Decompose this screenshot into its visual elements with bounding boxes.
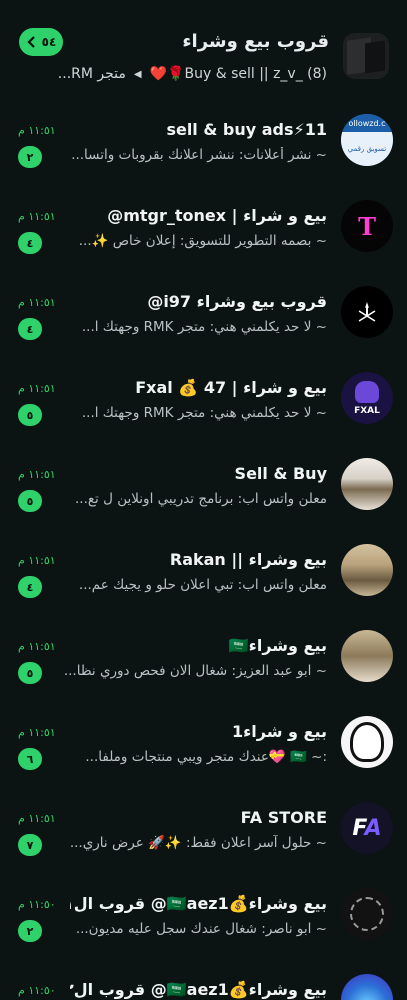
chat-row[interactable]: Sell & Buy معلن واتس اب: برنامج تدريبي ا… bbox=[0, 444, 407, 530]
chat-preview: ~ نشر أعلانات: ننشر اعلانك بقروبات واتسا… bbox=[71, 147, 327, 163]
followzd-logo-icon: ollowzd.c تسويق رقمي bbox=[341, 114, 393, 166]
breadcrumb-current[interactable]: Buy & sell || z_v_ (8)🌹❤️ bbox=[150, 66, 327, 82]
chat-preview: معلن واتس اب: برنامج تدريبي اونلاين ل تع… bbox=[75, 491, 327, 507]
chat-name: بيع وشراء💰🇸🇦aez1@ قروب ال١ bbox=[70, 894, 327, 913]
person-photo-icon bbox=[341, 544, 393, 596]
chat-preview: ~ ابو عبد العزيز: شغال الان فحص دوري نظا… bbox=[63, 663, 327, 679]
breadcrumb: متجر RM... ◀ Buy & sell || z_v_ (8)🌹❤️ bbox=[28, 64, 327, 84]
chat-name: بيع وشراء💰🇸🇦aez1@ قروب ال٢ bbox=[70, 980, 327, 999]
chat-time: ١١:٥١ م bbox=[18, 382, 56, 395]
chat-name: بيع و شراء1 bbox=[231, 722, 327, 741]
back-button[interactable]: ٥٤ bbox=[19, 28, 63, 56]
chat-preview: ~ لا حد يكلمني هني: متجر RMK وجهتك ا... bbox=[81, 319, 327, 335]
tonex-crown-logo-icon: T bbox=[341, 200, 393, 252]
chat-time: ١١:٥١ م bbox=[18, 210, 56, 223]
chat-row[interactable]: قروب بيع وشراء i97@ ~ لا حد يكلمني هني: … bbox=[0, 272, 407, 358]
chat-time: ١١:٥١ م bbox=[18, 812, 56, 825]
unread-badge: ٢ bbox=[18, 146, 42, 168]
chat-name: Sell & Buy bbox=[234, 464, 327, 483]
chat-name: بيع وشراء🇸🇦 bbox=[228, 636, 327, 655]
chat-preview: :~ 🇸🇦 💝عندك متجر ويبي منتجات وملفا... bbox=[85, 749, 327, 765]
chat-row[interactable]: FXAL بيع و شراء | Fxal 💰 47 ~ لا حد يكلم… bbox=[0, 358, 407, 444]
chat-name: sell & buy ads⚡11 bbox=[166, 120, 327, 139]
group-avatar[interactable] bbox=[343, 33, 389, 79]
chevron-left-small-icon: ◀ bbox=[133, 68, 142, 80]
chat-time: ١١:٥١ م bbox=[18, 124, 56, 137]
unread-badge: ٦ bbox=[18, 748, 42, 770]
chat-time: ١١:٥١ م bbox=[18, 640, 56, 653]
chat-row[interactable]: FA FA STORE ~ حلول آسر اعلان فقط: ✨🚀 عرض… bbox=[0, 788, 407, 874]
person-photo-icon bbox=[341, 458, 393, 510]
dark-emblem-icon bbox=[341, 888, 393, 940]
chat-time: ١١:٥١ م bbox=[18, 554, 56, 567]
chat-name: قروب بيع وشراء i97@ bbox=[147, 292, 327, 311]
chat-preview: ~ حلول آسر اعلان فقط: ✨🚀 عرض ناري... bbox=[69, 835, 327, 851]
chat-name: بيع و شراء | Fxal 💰 47 bbox=[135, 378, 327, 397]
saudi-emblem-logo-icon bbox=[341, 286, 393, 338]
unread-badge: ٤ bbox=[18, 576, 42, 598]
fxal-store-logo-icon: FXAL bbox=[341, 372, 393, 424]
unread-badge: ٤ bbox=[18, 232, 42, 254]
top-bar: ٥٤ قروب بيع وشراء متجر RM... ◀ Buy & sel… bbox=[0, 0, 407, 100]
chat-name: FA STORE bbox=[240, 808, 327, 827]
unread-badge: ٥ bbox=[18, 404, 42, 426]
sketch-portrait-icon bbox=[341, 716, 393, 768]
blue-emblem-icon bbox=[341, 974, 393, 1000]
page-title: قروب بيع وشراء bbox=[182, 31, 329, 52]
breadcrumb-prev[interactable]: متجر RM... bbox=[58, 66, 126, 82]
chat-time: ١١:٥١ م bbox=[18, 726, 56, 739]
chat-time: ١١:٥١ م bbox=[18, 468, 56, 481]
chat-row[interactable]: بيع وشراء🇸🇦 ~ ابو عبد العزيز: شغال الان … bbox=[0, 616, 407, 702]
back-count: ٥٤ bbox=[41, 35, 57, 49]
chat-time: ١١:٥٠ م bbox=[18, 898, 56, 911]
chevron-left-icon bbox=[27, 36, 35, 48]
unread-badge: ٧ bbox=[18, 834, 42, 856]
chat-name: بيع و شراء | mtgr_tonex@ bbox=[107, 206, 327, 225]
person-photo-icon bbox=[341, 630, 393, 682]
chat-preview: ~ ابو ناصر: شغال عندك سجل عليه مديون... bbox=[75, 921, 327, 937]
unread-badge: ٥ bbox=[18, 662, 42, 684]
chat-row[interactable]: T بيع و شراء | mtgr_tonex@ ~ بصمه التطوي… bbox=[0, 186, 407, 272]
chat-preview: معلن واتس اب: تبي اعلان حلو و يجيك عم... bbox=[78, 577, 327, 593]
chat-preview: ~ بصمه التطوير للتسويق: إعلان خاص ✨... bbox=[78, 233, 327, 249]
chat-row[interactable]: بيع وشراء || Rakan معلن واتس اب: تبي اعل… bbox=[0, 530, 407, 616]
chat-row[interactable]: بيع و شراء1 :~ 🇸🇦 💝عندك متجر ويبي منتجات… bbox=[0, 702, 407, 788]
chat-name: بيع وشراء || Rakan bbox=[169, 550, 327, 569]
chat-row[interactable]: ollowzd.c تسويق رقمي sell & buy ads⚡11 ~ … bbox=[0, 100, 407, 186]
chat-preview: ~ لا حد يكلمني هني: متجر RMK وجهتك ا... bbox=[81, 405, 327, 421]
chat-list: ollowzd.c تسويق رقمي sell & buy ads⚡11 ~ … bbox=[0, 100, 407, 1000]
chat-row[interactable]: بيع وشراء💰🇸🇦aez1@ قروب ال١ ~ ابو ناصر: ش… bbox=[0, 874, 407, 960]
unread-badge: ٤ bbox=[18, 318, 42, 340]
unread-badge: ٢ bbox=[18, 920, 42, 942]
chat-time: ١١:٥١ م bbox=[18, 296, 56, 309]
unread-badge: ٥ bbox=[18, 490, 42, 512]
chat-time: ١١:٥٠ م bbox=[18, 984, 56, 997]
fa-store-logo-icon: FA bbox=[341, 802, 393, 854]
chat-row[interactable]: بيع وشراء💰🇸🇦aez1@ قروب ال٢ ١١:٥٠ م bbox=[0, 960, 407, 1000]
